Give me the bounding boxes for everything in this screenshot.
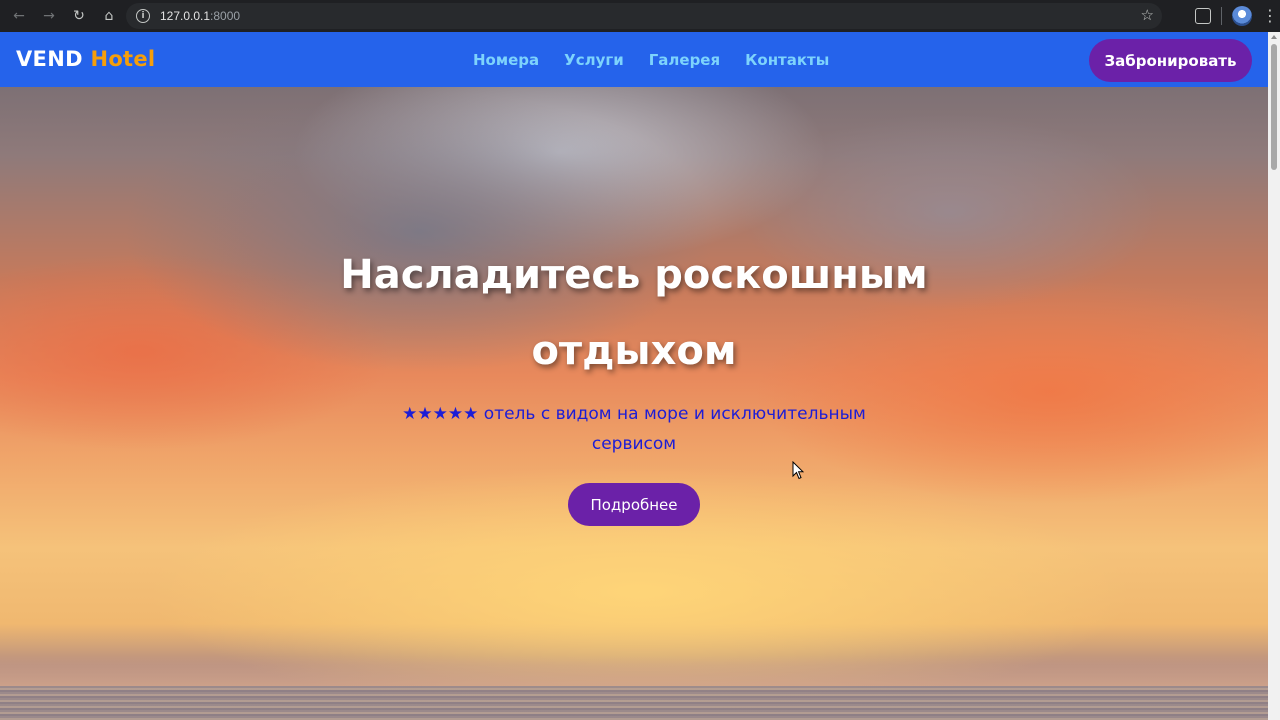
site-logo[interactable]: VEND Hotel: [16, 47, 155, 71]
logo-main: VEND: [16, 47, 83, 71]
hero-subtitle-text: отель с видом на море и исключительным с…: [483, 404, 866, 454]
more-info-button[interactable]: Подробнее: [568, 483, 700, 526]
nav-link-rooms[interactable]: Номера: [473, 51, 539, 69]
sea-background: [0, 686, 1268, 720]
address-bar[interactable]: i 127.0.0.1:8000 ☆: [126, 3, 1162, 29]
profile-avatar[interactable]: [1232, 6, 1252, 26]
forward-arrow-icon[interactable]: →: [34, 2, 64, 30]
menu-kebab-icon[interactable]: ⋮: [1262, 8, 1278, 24]
browser-toolbar: ← → ↻ ⌂ i 127.0.0.1:8000 ☆ ⋮: [0, 0, 1280, 32]
nav-link-contacts[interactable]: Контакты: [745, 51, 829, 69]
hero-title-line1: Насладитесь роскошным: [340, 252, 928, 298]
scroll-up-arrow-icon[interactable]: [1271, 35, 1277, 39]
main-nav: Номера Услуги Галерея Контакты: [473, 51, 829, 69]
url-text: 127.0.0.1:8000: [160, 9, 240, 23]
horizon-haze: [0, 656, 1268, 686]
home-icon[interactable]: ⌂: [94, 2, 124, 30]
url-host: 127.0.0.1: [160, 9, 211, 23]
hero-subtitle: ★★★★★ отель с видом на море и исключител…: [384, 399, 884, 459]
nav-link-gallery[interactable]: Галерея: [649, 51, 720, 69]
book-button[interactable]: Забронировать: [1089, 39, 1252, 82]
back-arrow-icon[interactable]: ←: [4, 2, 34, 30]
hero-title: Насладитесь роскошным отдыхом: [284, 237, 984, 389]
hero-title-line2: отдыхом: [531, 328, 737, 374]
bookmark-star-icon[interactable]: ☆: [1141, 6, 1154, 24]
toolbar-divider: [1221, 7, 1222, 25]
url-port: :8000: [210, 9, 241, 23]
extensions-icon[interactable]: [1195, 8, 1211, 24]
nav-link-services[interactable]: Услуги: [564, 51, 624, 69]
page-viewport: VEND Hotel Номера Услуги Галерея Контакт…: [0, 32, 1268, 720]
reload-icon[interactable]: ↻: [64, 2, 94, 30]
scrollbar-thumb[interactable]: [1271, 44, 1277, 170]
page-scrollbar[interactable]: [1268, 32, 1280, 720]
site-header: VEND Hotel Номера Услуги Галерея Контакт…: [0, 32, 1268, 87]
logo-accent: Hotel: [90, 47, 156, 71]
mouse-cursor-icon: [792, 461, 804, 480]
site-info-icon[interactable]: i: [136, 9, 150, 23]
rating-stars: ★★★★★: [402, 404, 479, 424]
